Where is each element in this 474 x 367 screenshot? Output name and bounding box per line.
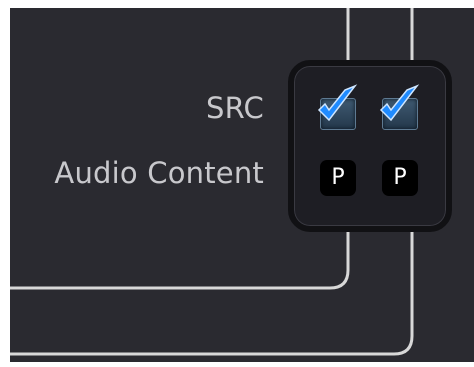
p-button-label: P [320, 160, 356, 196]
checkmark-icon [317, 84, 358, 122]
audio-content-p-button-1[interactable]: P [314, 156, 360, 202]
routing-matrix: P P [288, 60, 452, 232]
src-checkbox-2[interactable] [376, 84, 422, 134]
row-label-audio-content: Audio Content [54, 156, 264, 190]
src-checkbox-1[interactable] [314, 84, 360, 134]
routing-panel: SRC Audio Content P P [10, 8, 474, 362]
checkmark-icon [379, 84, 420, 122]
row-label-src: SRC [206, 91, 264, 125]
p-button-label: P [382, 160, 418, 196]
audio-content-p-button-2[interactable]: P [376, 156, 422, 202]
